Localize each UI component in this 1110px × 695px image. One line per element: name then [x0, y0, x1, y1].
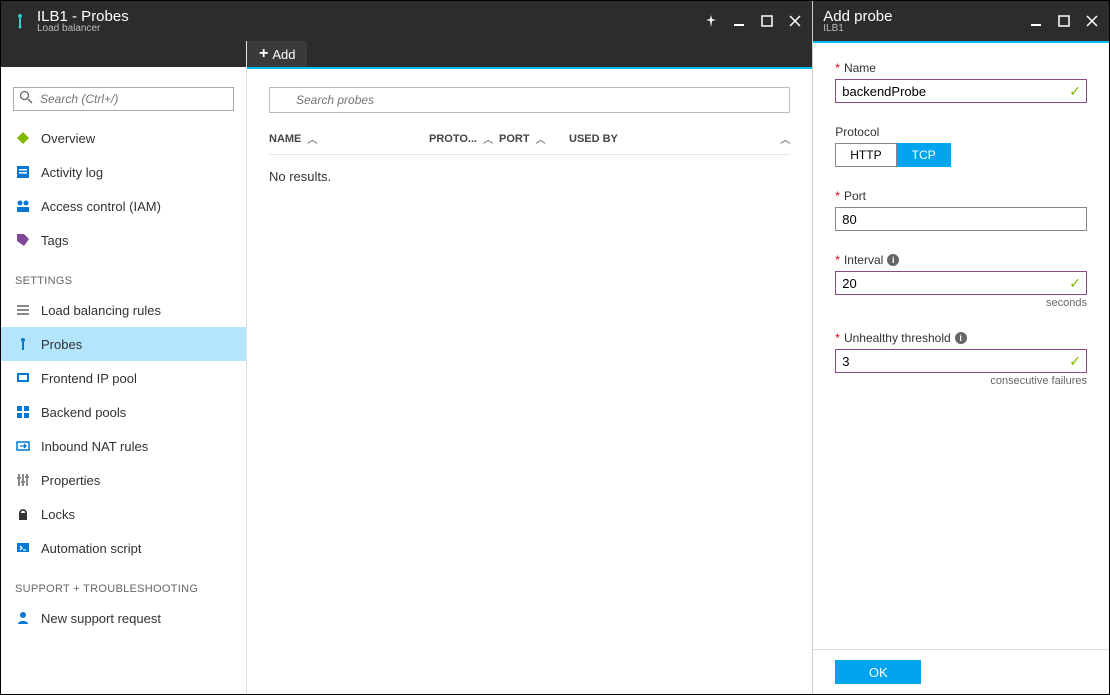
properties-icon — [15, 472, 31, 488]
protocol-toggle: HTTP TCP — [835, 143, 1087, 167]
sidebar-search-input[interactable] — [13, 87, 234, 111]
plus-icon: + — [259, 45, 268, 63]
sort-icon: ︿ — [483, 131, 493, 146]
sidebar-item-inbound-nat[interactable]: Inbound NAT rules — [1, 429, 246, 463]
add-button-label: Add — [272, 47, 295, 62]
blade-probes: ILB1 - Probes Load balancer — [1, 1, 813, 694]
nat-icon — [15, 438, 31, 454]
sort-icon: ︿ — [536, 131, 546, 146]
sidebar-item-activity-log[interactable]: Activity log — [1, 155, 246, 189]
probes-search-input[interactable] — [269, 87, 790, 113]
blade-add-probe: Add probe ILB1 *Name ✓ Protocol HTTP — [813, 1, 1109, 694]
table-header: NAME︿ PROTO...︿ PORT︿ USED BY︿ — [269, 123, 790, 155]
threshold-input[interactable] — [835, 349, 1087, 373]
pin-icon[interactable] — [704, 14, 718, 28]
sidebar-item-label: Overview — [41, 131, 95, 146]
threshold-hint: consecutive failures — [835, 375, 1087, 387]
column-protocol[interactable]: PROTO...︿ — [429, 131, 499, 146]
loadbalancer-icon — [11, 12, 29, 30]
sidebar-item-backend-pools[interactable]: Backend pools — [1, 395, 246, 429]
ok-button[interactable]: OK — [835, 660, 921, 684]
backend-icon — [15, 404, 31, 420]
sidebar-item-label: Activity log — [41, 165, 103, 180]
valid-check-icon: ✓ — [1069, 275, 1081, 292]
sidebar: Overview Activity log Access control (IA… — [1, 41, 247, 694]
sidebar-item-label: New support request — [41, 611, 161, 626]
sidebar-item-lb-rules[interactable]: Load balancing rules — [1, 293, 246, 327]
column-used-by[interactable]: USED BY︿ — [569, 131, 790, 146]
minimize-icon[interactable] — [732, 14, 746, 28]
probes-icon — [15, 336, 31, 352]
sidebar-item-properties[interactable]: Properties — [1, 463, 246, 497]
valid-check-icon: ✓ — [1069, 83, 1081, 100]
main-panel: + Add NAME︿ PROTO...︿ PORT︿ — [247, 41, 812, 694]
empty-message: No results. — [269, 155, 790, 198]
iam-icon — [15, 198, 31, 214]
sidebar-section-support: SUPPORT + TROUBLESHOOTING — [1, 565, 246, 601]
lock-icon — [15, 506, 31, 522]
name-input[interactable] — [835, 79, 1087, 103]
info-icon[interactable]: i — [955, 332, 967, 344]
maximize-icon[interactable] — [1057, 14, 1071, 28]
sidebar-item-support-request[interactable]: New support request — [1, 601, 246, 635]
sidebar-item-label: Automation script — [41, 541, 141, 556]
toolbar: + Add — [247, 41, 812, 67]
interval-label: Interval — [844, 253, 883, 267]
protocol-http-button[interactable]: HTTP — [835, 143, 896, 167]
sidebar-item-label: Inbound NAT rules — [41, 439, 148, 454]
protocol-label: Protocol — [835, 125, 879, 139]
sidebar-item-frontend-ip[interactable]: Frontend IP pool — [1, 361, 246, 395]
info-icon[interactable]: i — [887, 254, 899, 266]
blade-footer: OK — [813, 649, 1109, 694]
add-button[interactable]: + Add — [247, 41, 308, 67]
minimize-icon[interactable] — [1029, 14, 1043, 28]
sidebar-section-settings: SETTINGS — [1, 257, 246, 293]
maximize-icon[interactable] — [760, 14, 774, 28]
blade-subtitle: Load balancer — [37, 23, 704, 34]
overview-icon — [15, 130, 31, 146]
threshold-label: Unhealthy threshold — [844, 331, 951, 345]
frontend-icon — [15, 370, 31, 386]
support-icon — [15, 610, 31, 626]
interval-hint: seconds — [835, 297, 1087, 309]
close-icon[interactable] — [1085, 14, 1099, 28]
interval-input[interactable] — [835, 271, 1087, 295]
sidebar-item-locks[interactable]: Locks — [1, 497, 246, 531]
sort-icon: ︿ — [780, 131, 790, 146]
column-port[interactable]: PORT︿ — [499, 131, 569, 146]
sidebar-item-label: Frontend IP pool — [41, 371, 137, 386]
port-label: Port — [844, 189, 866, 203]
sidebar-item-overview[interactable]: Overview — [1, 121, 246, 155]
activity-log-icon — [15, 164, 31, 180]
automation-icon — [15, 540, 31, 556]
sort-icon: ︿ — [307, 131, 317, 146]
search-icon — [19, 90, 33, 104]
sidebar-item-tags[interactable]: Tags — [1, 223, 246, 257]
sidebar-item-automation[interactable]: Automation script — [1, 531, 246, 565]
port-input[interactable] — [835, 207, 1087, 231]
blade-header: Add probe ILB1 — [813, 1, 1109, 41]
tags-icon — [15, 232, 31, 248]
sidebar-item-label: Probes — [41, 337, 82, 352]
close-icon[interactable] — [788, 14, 802, 28]
sidebar-item-access-control[interactable]: Access control (IAM) — [1, 189, 246, 223]
sidebar-item-label: Properties — [41, 473, 100, 488]
sidebar-item-label: Access control (IAM) — [41, 199, 161, 214]
blade-header: ILB1 - Probes Load balancer — [1, 1, 812, 41]
column-name[interactable]: NAME︿ — [269, 131, 429, 146]
sidebar-item-label: Backend pools — [41, 405, 126, 420]
sidebar-item-label: Locks — [41, 507, 75, 522]
rules-icon — [15, 302, 31, 318]
protocol-tcp-button[interactable]: TCP — [897, 143, 951, 167]
valid-check-icon: ✓ — [1069, 353, 1081, 370]
sidebar-item-label: Tags — [41, 233, 68, 248]
name-label: Name — [844, 61, 876, 75]
sidebar-item-probes[interactable]: Probes — [1, 327, 246, 361]
sidebar-item-label: Load balancing rules — [41, 303, 161, 318]
